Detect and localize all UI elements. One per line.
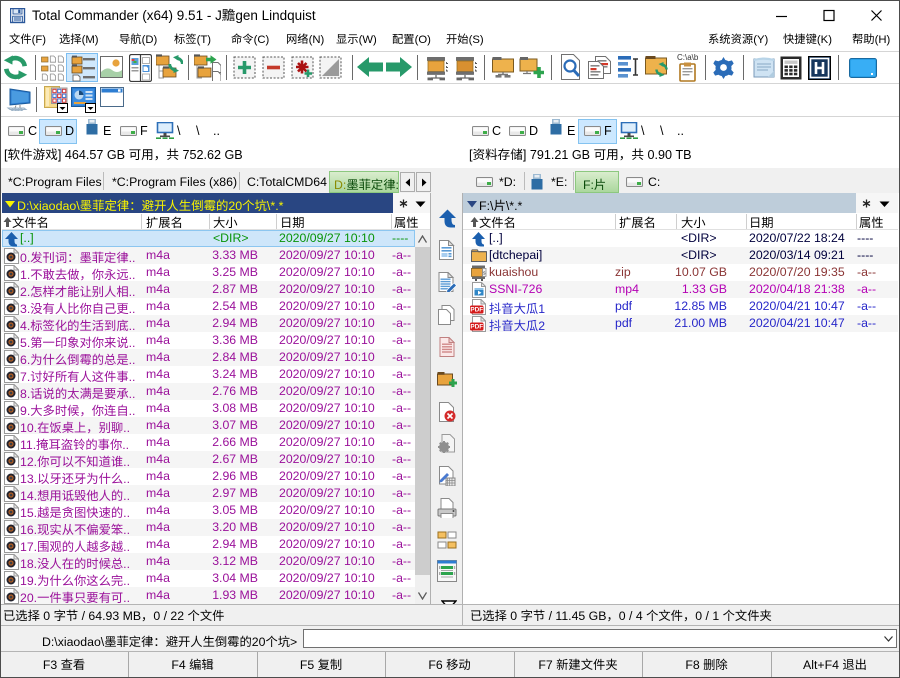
svg-text:PDF: PDF [470, 307, 483, 314]
svg-text:PDF: PDF [470, 324, 483, 331]
